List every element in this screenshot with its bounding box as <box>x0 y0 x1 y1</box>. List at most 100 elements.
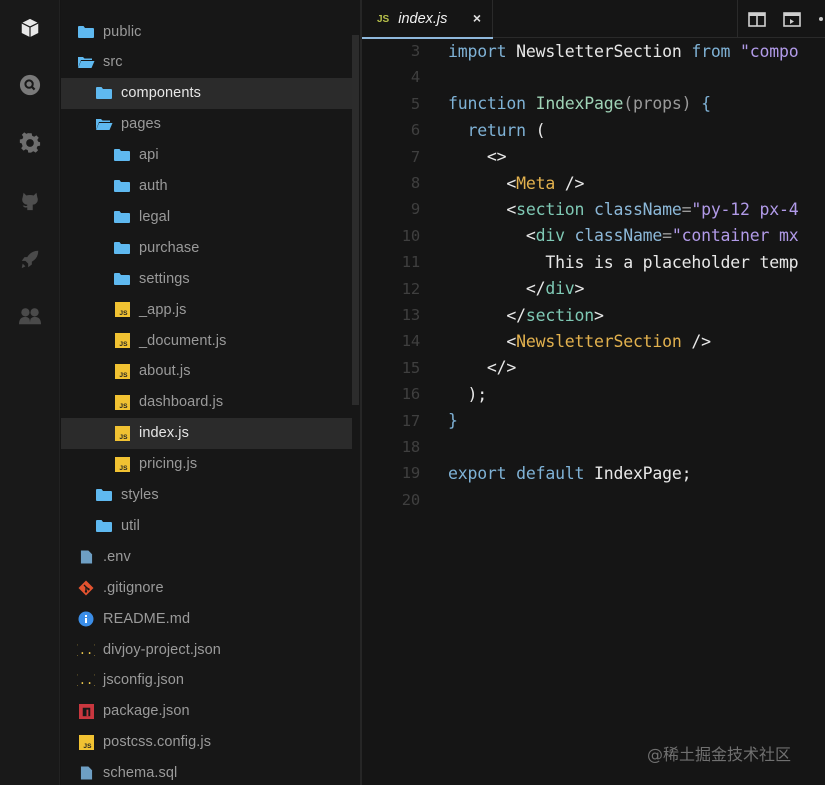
rocket-icon[interactable] <box>17 246 43 272</box>
cube-icon[interactable] <box>17 15 43 41</box>
tree-file[interactable]: README.md <box>61 603 352 634</box>
code-line[interactable]: 5 function IndexPage(props) { <box>362 91 825 117</box>
folder-icon <box>113 271 131 287</box>
svg-text:JS: JS <box>119 341 128 348</box>
tree-item-label: pages <box>121 116 162 133</box>
code-text: <div className="container mx <box>448 226 799 246</box>
code-line[interactable]: 15 </> <box>362 355 825 381</box>
tree-file[interactable]: JS _document.js <box>61 325 352 356</box>
tree-folder[interactable]: auth <box>61 171 352 202</box>
tree-file[interactable]: {..} divjoy-project.json <box>61 634 352 665</box>
tree-item-label: divjoy-project.json <box>103 641 221 658</box>
tree-item-label: settings <box>139 270 190 287</box>
tree-file[interactable]: JS dashboard.js <box>61 387 352 418</box>
tree-item-label: dashboard.js <box>139 394 224 411</box>
code-line[interactable]: 6 return ( <box>362 117 825 143</box>
users-icon[interactable] <box>17 303 43 329</box>
code-token: export <box>448 463 507 483</box>
tree-folder[interactable]: pages <box>61 109 352 140</box>
search-icon[interactable] <box>17 72 43 98</box>
code-text: } <box>448 411 458 430</box>
tree-file[interactable]: JS pricing.js <box>61 449 352 480</box>
code-line[interactable]: 16 ); <box>362 381 825 407</box>
tree-folder[interactable]: purchase <box>61 232 352 263</box>
js-file-icon: JS <box>113 425 131 441</box>
explorer-scrollbar[interactable] <box>352 35 359 405</box>
folder-icon <box>77 24 95 40</box>
tab-index-js[interactable]: JS index.js × <box>362 0 493 39</box>
code-line[interactable]: 9 <section className="py-12 px-4 <box>362 196 825 222</box>
preview-icon[interactable] <box>783 12 801 27</box>
tree-file[interactable]: JS postcss.config.js <box>61 727 352 758</box>
code-line[interactable]: 3 import NewsletterSection from "compo <box>362 38 825 64</box>
tab-title: index.js <box>398 11 448 27</box>
code-line[interactable]: 19 export default IndexPage; <box>362 460 825 486</box>
code-token: import <box>448 41 507 61</box>
tree-item-label: _app.js <box>139 301 187 318</box>
tree-folder[interactable]: api <box>61 140 352 171</box>
code-line[interactable]: 12 </div> <box>362 276 825 302</box>
code-line[interactable]: 11 This is a placeholder temp <box>362 249 825 275</box>
toolbar-separator <box>737 0 738 37</box>
folder-icon <box>95 85 113 101</box>
tree-file[interactable]: JS _app.js <box>61 294 352 325</box>
info-icon <box>77 611 95 627</box>
code-line[interactable]: 10 <div className="container mx <box>362 223 825 249</box>
tree-folder[interactable]: legal <box>61 201 352 232</box>
code-token: default <box>516 463 585 483</box>
tree-folder[interactable]: src <box>61 47 352 78</box>
code-line[interactable]: 8 <Meta /> <box>362 170 825 196</box>
line-number: 3 <box>410 42 420 60</box>
github-icon[interactable] <box>17 188 43 214</box>
code-token: NewsletterSection <box>506 41 692 61</box>
tree-file[interactable]: .env <box>61 541 352 572</box>
js-file-icon: JS <box>377 13 390 25</box>
code-token: ( <box>525 120 546 140</box>
code-token: = <box>681 199 692 219</box>
file-icon <box>77 549 95 565</box>
code-line[interactable]: 4 <box>362 64 825 90</box>
folder-open-icon <box>95 116 113 132</box>
code-text: </div> <box>448 279 585 299</box>
code-token: ); <box>448 384 487 404</box>
gear-icon[interactable] <box>17 130 43 156</box>
code-line[interactable]: 14 <NewsletterSection /> <box>362 328 825 354</box>
code-line[interactable]: 20 <box>362 487 825 513</box>
tree-item-label: public <box>103 23 142 40</box>
code-line[interactable]: 17} <box>362 408 825 434</box>
tree-file[interactable]: JS index.js <box>61 417 352 449</box>
code-token: > <box>574 279 585 299</box>
tree-item-label: api <box>139 147 159 164</box>
line-number: 10 <box>401 226 420 245</box>
tree-item-label: util <box>121 517 140 534</box>
code-token: className <box>574 226 663 246</box>
tree-file[interactable]: .gitignore <box>61 572 352 603</box>
code-text: </> <box>448 358 516 377</box>
more-icon[interactable] <box>819 17 823 21</box>
code-line[interactable]: 7 <> <box>362 144 825 170</box>
folder-icon <box>113 147 131 163</box>
code-line[interactable]: 13 </section> <box>362 302 825 328</box>
tree-folder[interactable]: util <box>61 510 352 541</box>
line-number: 4 <box>410 68 420 87</box>
tree-item-label: components <box>121 85 201 102</box>
json-icon: {..} <box>77 672 95 688</box>
js-file-icon: JS <box>113 394 131 410</box>
code-text: This is a placeholder temp <box>448 253 798 272</box>
tree-file[interactable]: schema.sql <box>61 758 352 785</box>
tree-file[interactable]: package.json <box>61 696 352 727</box>
tree-folder[interactable]: components <box>61 77 352 109</box>
folder-icon <box>113 178 131 194</box>
tree-folder[interactable]: public <box>61 16 352 47</box>
code-token: from <box>691 41 731 61</box>
close-icon[interactable]: × <box>470 11 484 25</box>
code-line[interactable]: 18 <box>362 434 825 460</box>
split-view-icon[interactable] <box>748 12 766 27</box>
svg-text:JS: JS <box>119 465 128 472</box>
line-number: 13 <box>401 306 420 324</box>
tree-file[interactable]: JS about.js <box>61 356 352 387</box>
tree-folder[interactable]: settings <box>61 263 352 294</box>
tree-folder[interactable]: styles <box>61 480 352 511</box>
tree-file[interactable]: {..} jsconfig.json <box>61 665 352 696</box>
